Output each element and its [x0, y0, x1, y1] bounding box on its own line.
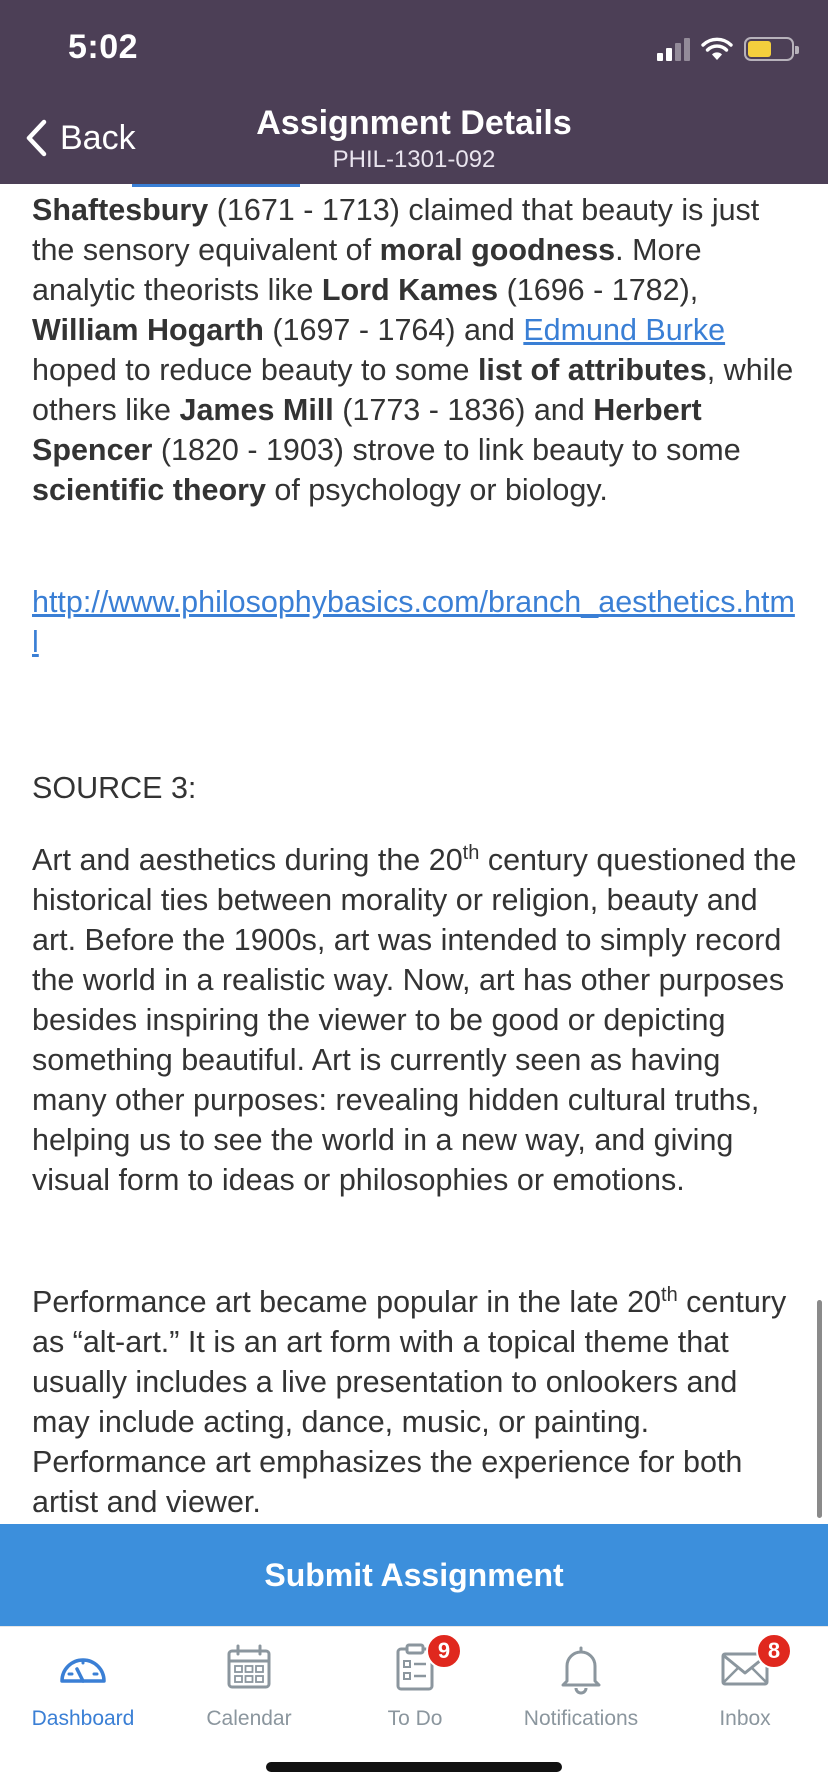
tab-label: Notifications [523, 1707, 639, 1730]
source-url-paragraph: http://www.philosophybasics.com/branch_a… [32, 582, 798, 662]
bold-scientific-theory: scientific theory [32, 473, 266, 507]
wifi-icon [701, 37, 733, 60]
bold-moral-goodness: moral goodness [379, 233, 616, 267]
tab-label: Inbox [719, 1707, 771, 1730]
app-header: 5:02 Back Assignment Details PHIL-1301-0… [0, 0, 828, 184]
assignment-description[interactable]: Shaftesbury (1671 - 1713) claimed that b… [0, 184, 828, 1524]
status-icons [657, 36, 799, 62]
bold-william-hogarth: William Hogarth [32, 313, 264, 347]
paragraph-performance-art: Performance art became popular in the la… [32, 1283, 787, 1519]
tab-calendar[interactable]: Calendar [166, 1641, 332, 1731]
tab-label: Dashboard [31, 1707, 135, 1730]
home-indicator [266, 1762, 562, 1772]
scrollbar[interactable] [817, 1300, 822, 1518]
status-time: 5:02 [68, 28, 139, 66]
cellular-signal-icon [657, 37, 690, 61]
bold-list-of-attributes: list of attributes [477, 353, 707, 387]
dashboard-icon [60, 1658, 106, 1683]
tab-dashboard[interactable]: Dashboard [0, 1641, 166, 1731]
battery-level [748, 41, 772, 57]
bold-shaftesbury: Shaftesbury [32, 193, 209, 227]
tab-label: To Do [387, 1707, 443, 1730]
paragraph-aesthetic-theorists: Shaftesbury (1671 - 1713) claimed that b… [32, 193, 794, 507]
bell-icon [561, 1646, 601, 1695]
battery-icon [744, 37, 799, 61]
tab-inbox[interactable]: 8 Inbox [662, 1633, 828, 1731]
bold-james-mill: James Mill [179, 393, 334, 427]
partial-link-underline [132, 184, 300, 187]
course-code: PHIL-1301-092 [332, 146, 496, 173]
inbox-count-badge: 8 [756, 1633, 792, 1669]
source-heading: SOURCE 3: [32, 771, 197, 805]
source-url-link[interactable]: http://www.philosophybasics.com/branch_a… [32, 585, 795, 659]
edmund-burke-link[interactable]: Edmund Burke [523, 313, 725, 347]
tab-notifications[interactable]: Notifications [498, 1641, 664, 1731]
submit-assignment-button[interactable]: Submit Assignment [0, 1524, 828, 1626]
tab-label: Calendar [206, 1707, 292, 1730]
page-title: Assignment Details [256, 104, 572, 142]
calendar-icon [227, 1644, 271, 1689]
bold-lord-kames: Lord Kames [321, 273, 499, 307]
tab-todo[interactable]: 9 To Do [332, 1633, 498, 1731]
todo-count-badge: 9 [426, 1633, 462, 1669]
paragraph-20th-century-art: Art and aesthetics during the 20th centu… [32, 841, 797, 1197]
